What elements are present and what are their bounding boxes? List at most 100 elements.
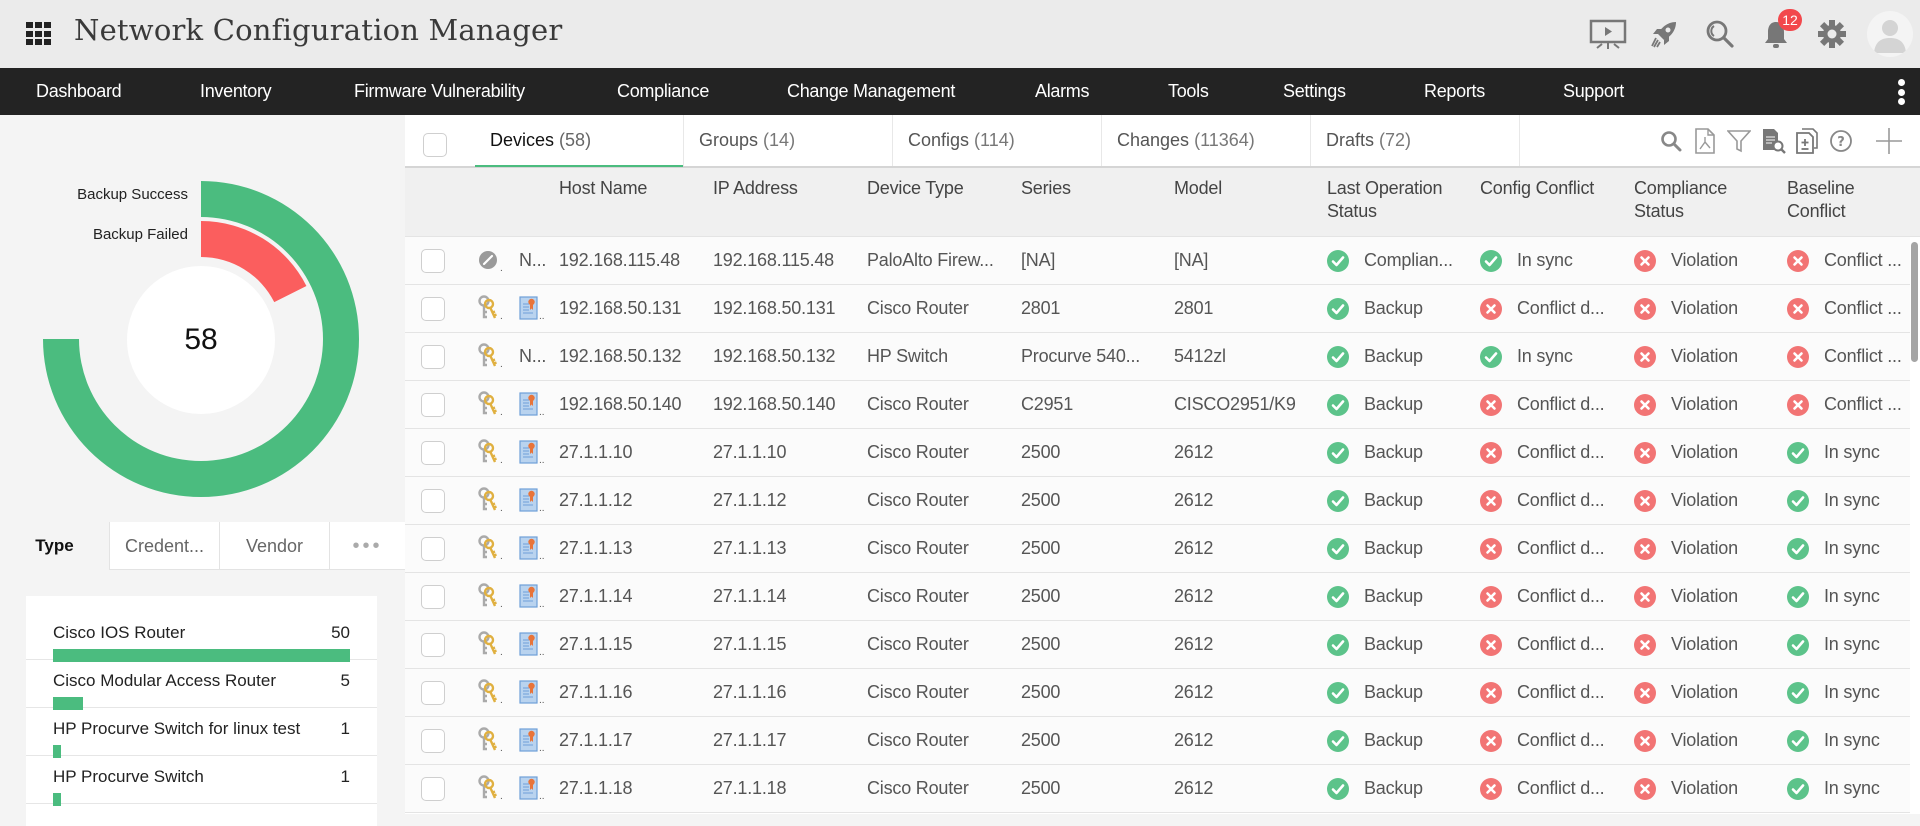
- left-tab-vendor[interactable]: Vendor: [220, 522, 330, 570]
- host-name[interactable]: 27.1.1.14: [559, 573, 632, 621]
- certificate-icon[interactable]: [519, 536, 539, 565]
- credentials-icon[interactable]: [477, 343, 499, 374]
- baseline-status-text[interactable]: In sync: [1824, 765, 1880, 813]
- last-op-status-text[interactable]: Backup: [1364, 477, 1423, 525]
- type-row[interactable]: HP Procurve Switch 1: [26, 756, 377, 806]
- table-row[interactable]: ... 27.1.1.15 27.1.1.15 Cisco Router 2500 261…: [405, 621, 1910, 669]
- last-op-status-text[interactable]: Backup: [1364, 765, 1423, 813]
- nav-compliance[interactable]: Compliance: [617, 68, 709, 115]
- compliance-status-text[interactable]: Violation: [1671, 765, 1738, 813]
- host-name[interactable]: 192.168.115.48: [559, 237, 680, 285]
- baseline-status-text[interactable]: In sync: [1824, 621, 1880, 669]
- host-name[interactable]: 27.1.1.18: [559, 765, 632, 813]
- table-row[interactable]: ... 192.168.50.131 192.168.50.131 Cisco Rou…: [405, 285, 1910, 333]
- left-tab-credential[interactable]: Credent...: [110, 522, 220, 570]
- col-model[interactable]: Model: [1174, 177, 1222, 200]
- last-op-status-text[interactable]: Backup: [1364, 621, 1423, 669]
- table-row[interactable]: . N... 192.168.50.132 192.168.50.132 HP Swit…: [405, 333, 1910, 381]
- config-status-text[interactable]: Conflict d...: [1517, 621, 1605, 669]
- credentials-icon[interactable]: [477, 295, 499, 326]
- certificate-icon[interactable]: [519, 392, 539, 421]
- baseline-status-text[interactable]: In sync: [1824, 717, 1880, 765]
- host-name[interactable]: 27.1.1.16: [559, 669, 632, 717]
- last-op-status-text[interactable]: Backup: [1364, 717, 1423, 765]
- compare-docs-icon[interactable]: [1790, 115, 1824, 166]
- table-row[interactable]: ... 27.1.1.17 27.1.1.17 Cisco Router 2500 261…: [405, 717, 1910, 765]
- col-config-conflict[interactable]: Config Conflict: [1480, 177, 1620, 200]
- nav-change-management[interactable]: Change Management: [787, 68, 955, 115]
- type-row[interactable]: HP Procurve Switch for linux test 1: [26, 708, 377, 758]
- last-op-status-text[interactable]: Backup: [1364, 333, 1423, 381]
- nav-alarms[interactable]: Alarms: [1035, 68, 1090, 115]
- last-op-status-text[interactable]: Complian...: [1364, 237, 1453, 285]
- baseline-status-text[interactable]: Conflict ...: [1824, 381, 1902, 429]
- tab-configs[interactable]: Configs (114): [893, 115, 1102, 166]
- left-tab-more[interactable]: •••: [330, 522, 405, 570]
- tab-drafts[interactable]: Drafts (72): [1311, 115, 1520, 166]
- config-status-text[interactable]: Conflict d...: [1517, 717, 1605, 765]
- baseline-status-text[interactable]: Conflict ...: [1824, 237, 1902, 285]
- certificate-icon[interactable]: [519, 728, 539, 757]
- host-name[interactable]: 192.168.50.131: [559, 285, 682, 333]
- credentials-icon[interactable]: [477, 631, 499, 662]
- host-name[interactable]: 27.1.1.12: [559, 477, 632, 525]
- compliance-status-text[interactable]: Violation: [1671, 333, 1738, 381]
- credentials-icon[interactable]: [477, 535, 499, 566]
- nav-tools[interactable]: Tools: [1168, 68, 1209, 115]
- compliance-status-text[interactable]: Violation: [1671, 381, 1738, 429]
- credentials-icon[interactable]: [477, 727, 499, 758]
- host-name[interactable]: 27.1.1.17: [559, 717, 632, 765]
- certificate-icon[interactable]: [519, 440, 539, 469]
- credentials-icon[interactable]: [477, 439, 499, 470]
- baseline-status-text[interactable]: In sync: [1824, 573, 1880, 621]
- credentials-icon[interactable]: [477, 775, 499, 806]
- credentials-icon[interactable]: [477, 679, 499, 710]
- baseline-status-text[interactable]: In sync: [1824, 525, 1880, 573]
- config-status-text[interactable]: Conflict d...: [1517, 573, 1605, 621]
- host-name[interactable]: 27.1.1.15: [559, 621, 632, 669]
- certificate-icon[interactable]: [519, 632, 539, 661]
- col-ip-address[interactable]: IP Address: [713, 177, 798, 200]
- baseline-status-text[interactable]: In sync: [1824, 669, 1880, 717]
- tab-changes[interactable]: Changes (11364): [1102, 115, 1311, 166]
- compliance-status-text[interactable]: Violation: [1671, 717, 1738, 765]
- nav-firmware-vulnerability[interactable]: Firmware Vulnerability: [354, 68, 525, 115]
- help-icon[interactable]: ?: [1824, 115, 1858, 166]
- user-menu[interactable]: [1860, 0, 1920, 68]
- compliance-status-text[interactable]: Violation: [1671, 429, 1738, 477]
- presentation-icon[interactable]: [1580, 0, 1636, 68]
- search-icon[interactable]: [1654, 115, 1688, 166]
- config-status-text[interactable]: Conflict d...: [1517, 669, 1605, 717]
- credentials-icon[interactable]: [477, 391, 499, 422]
- gear-icon[interactable]: [1804, 0, 1860, 68]
- host-name[interactable]: 27.1.1.10: [559, 429, 632, 477]
- add-icon[interactable]: [1858, 115, 1920, 166]
- search-icon[interactable]: [1692, 0, 1748, 68]
- select-all-checkbox[interactable]: [423, 133, 447, 157]
- type-row[interactable]: Cisco Modular Access Router 5: [26, 660, 377, 710]
- avatar[interactable]: [1867, 11, 1913, 57]
- nav-settings[interactable]: Settings: [1283, 68, 1346, 115]
- col-host-name[interactable]: Host Name: [559, 177, 647, 200]
- config-status-text[interactable]: Conflict d...: [1517, 477, 1605, 525]
- row-checkbox[interactable]: [421, 441, 445, 465]
- row-checkbox[interactable]: [421, 537, 445, 561]
- certificate-icon[interactable]: [519, 776, 539, 805]
- col-compliance-status[interactable]: Compliance Status: [1634, 177, 1744, 223]
- baseline-status-text[interactable]: Conflict ...: [1824, 285, 1902, 333]
- table-row[interactable]: ... 27.1.1.12 27.1.1.12 Cisco Router 2500 261…: [405, 477, 1910, 525]
- last-op-status-text[interactable]: Backup: [1364, 285, 1423, 333]
- row-checkbox[interactable]: [421, 249, 445, 273]
- last-op-status-text[interactable]: Backup: [1364, 429, 1423, 477]
- table-row[interactable]: ... 27.1.1.18 27.1.1.18 Cisco Router 2500 261…: [405, 765, 1910, 813]
- notifications-bell[interactable]: 12: [1748, 0, 1804, 68]
- config-status-text[interactable]: Conflict d...: [1517, 381, 1605, 429]
- nav-inventory[interactable]: Inventory: [200, 68, 272, 115]
- last-op-status-text[interactable]: Backup: [1364, 525, 1423, 573]
- certificate-icon[interactable]: [519, 296, 539, 325]
- nav-dashboard[interactable]: Dashboard: [36, 68, 122, 115]
- config-status-text[interactable]: Conflict d...: [1517, 525, 1605, 573]
- credentials-icon[interactable]: [477, 487, 499, 518]
- table-row[interactable]: ... 27.1.1.16 27.1.1.16 Cisco Router 2500 261…: [405, 669, 1910, 717]
- host-name[interactable]: 27.1.1.13: [559, 525, 632, 573]
